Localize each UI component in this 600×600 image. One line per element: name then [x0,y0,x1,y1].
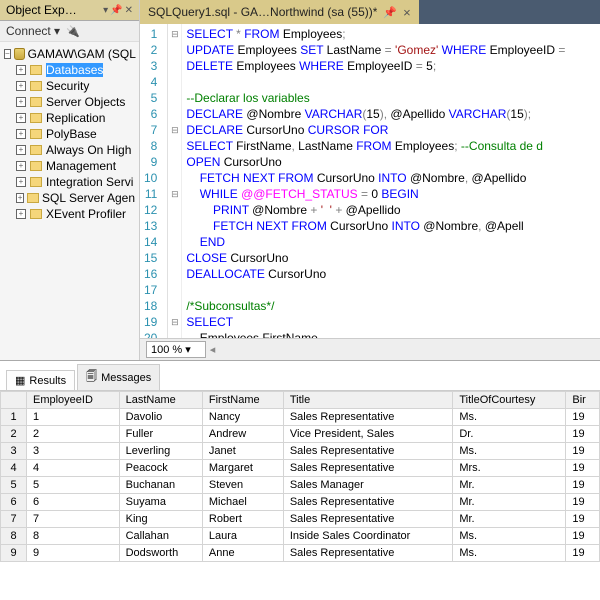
pin-icon[interactable]: 📌 [110,5,122,16]
col-titleofcourtesy[interactable]: TitleOfCourtesy [453,392,566,409]
code-text[interactable]: SELECT * FROM Employees;UPDATE Employees… [182,24,600,338]
collapse-icon[interactable]: − [4,49,11,59]
expand-icon[interactable]: + [16,161,26,171]
code-editor[interactable]: 12345678910111213141516171819202122 ⊟⊟⊟⊟… [140,24,600,338]
tree-label: Databases [46,63,103,77]
tab-results[interactable]: ▦ Results [6,370,75,390]
folder-icon [30,113,42,123]
folder-icon [30,209,42,219]
zoom-select[interactable]: 100 % ▾ [146,341,206,358]
object-explorer-panel: Object Exp… ▾ 📌 ✕ Connect ▾ 🔌 − GAMAW\GA… [0,0,140,360]
expand-icon[interactable]: + [16,129,26,139]
tree-node-polybase[interactable]: + PolyBase [2,126,137,142]
tree-node-security[interactable]: + Security [2,78,137,94]
tree-node-server-objects[interactable]: + Server Objects [2,94,137,110]
table-row[interactable]: 88CallahanLauraInside Sales CoordinatorM… [1,528,600,545]
table-row[interactable]: 55BuchananStevenSales ManagerMr.19 [1,477,600,494]
results-panel: ▦ Results 🗐 Messages EmployeeIDLastNameF… [0,360,600,600]
folder-icon [30,97,42,107]
server-label: GAMAW\GAM (SQL [28,47,136,61]
col-bir[interactable]: Bir [566,392,600,409]
editor-pane: SQLQuery1.sql - GA…Northwind (sa (55))* … [140,0,600,360]
pin-icon[interactable]: 📌 [383,6,397,19]
tree-label: SQL Server Agen [42,191,135,205]
tree-node-management[interactable]: + Management [2,158,137,174]
expand-icon[interactable]: + [16,177,26,187]
expand-icon[interactable]: + [16,113,26,123]
expand-icon[interactable]: + [16,65,26,75]
dropdown-icon[interactable]: ▾ [103,5,108,16]
document-tabs: SQLQuery1.sql - GA…Northwind (sa (55))* … [140,0,600,24]
connect-button[interactable]: Connect ▾ [6,24,60,38]
tree-label: Replication [46,111,105,125]
table-row[interactable]: 44PeacockMargaretSales RepresentativeMrs… [1,460,600,477]
results-tabs: ▦ Results 🗐 Messages [0,361,600,391]
table-row[interactable]: 33LeverlingJanetSales RepresentativeMs.1… [1,443,600,460]
panel-title: Object Exp… [6,3,99,17]
table-row[interactable]: 22FullerAndrewVice President, SalesDr.19 [1,426,600,443]
folder-icon [30,177,42,187]
tree-label: Integration Servi [46,175,133,189]
table-row[interactable]: 11DavolioNancySales RepresentativeMs.19 [1,409,600,426]
results-grid[interactable]: EmployeeIDLastNameFirstNameTitleTitleOfC… [0,391,600,562]
folder-icon [30,65,42,75]
col-title[interactable]: Title [283,392,453,409]
grid-icon: ▦ [15,374,25,387]
close-icon[interactable]: × [403,5,411,20]
tree-label: Security [46,79,89,93]
folder-icon [30,81,42,91]
folder-icon [30,145,42,155]
tree-node-sql-server-agen[interactable]: + SQL Server Agen [2,190,137,206]
tree-node-integration-servi[interactable]: + Integration Servi [2,174,137,190]
col-firstname[interactable]: FirstName [202,392,283,409]
tab-messages[interactable]: 🗐 Messages [77,364,160,390]
tree-node-always-on-high[interactable]: + Always On High [2,142,137,158]
table-row[interactable]: 99DodsworthAnneSales RepresentativeMs.19 [1,545,600,562]
results-grid-wrap: EmployeeIDLastNameFirstNameTitleTitleOfC… [0,391,600,600]
tree-label: Management [46,159,116,173]
zoom-bar: 100 % ▾ ◂ [140,338,600,360]
expand-icon[interactable]: + [16,81,26,91]
tree-node-replication[interactable]: + Replication [2,110,137,126]
table-row[interactable]: 66SuyamaMichaelSales RepresentativeMr.19 [1,494,600,511]
fold-gutter[interactable]: ⊟⊟⊟⊟ [168,24,182,338]
folder-icon [27,193,39,203]
expand-icon[interactable]: + [16,209,26,219]
tab-sqlquery1[interactable]: SQLQuery1.sql - GA…Northwind (sa (55))* … [140,0,419,24]
table-row[interactable]: 77KingRobertSales RepresentativeMr.19 [1,511,600,528]
server-icon [14,48,25,60]
message-icon: 🗐 [86,368,97,387]
tree-node-databases[interactable]: + Databases [2,62,137,78]
tree-node-xevent-profiler[interactable]: + XEvent Profiler [2,206,137,222]
line-number-gutter: 12345678910111213141516171819202122 [140,24,168,338]
expand-icon[interactable]: + [16,97,26,107]
close-icon[interactable]: ✕ [125,5,133,16]
plug-icon[interactable]: 🔌 [66,25,80,38]
scroll-left-icon[interactable]: ◂ [210,343,216,356]
object-explorer-toolbar: Connect ▾ 🔌 [0,21,139,42]
folder-icon [30,161,42,171]
object-explorer-tree: − GAMAW\GAM (SQL + Databases + Security + Ser… [0,42,139,226]
tree-label: Server Objects [46,95,125,109]
folder-icon [30,129,42,139]
col-lastname[interactable]: LastName [119,392,202,409]
tree-label: XEvent Profiler [46,207,126,221]
tree-label: Always On High [46,143,131,157]
expand-icon[interactable]: + [16,193,24,203]
col-employeeid[interactable]: EmployeeID [27,392,120,409]
tree-server-node[interactable]: − GAMAW\GAM (SQL [2,46,137,62]
object-explorer-title-bar: Object Exp… ▾ 📌 ✕ [0,0,139,21]
tree-label: PolyBase [46,127,97,141]
tab-label: SQLQuery1.sql - GA…Northwind (sa (55))* [148,5,377,19]
expand-icon[interactable]: + [16,145,26,155]
